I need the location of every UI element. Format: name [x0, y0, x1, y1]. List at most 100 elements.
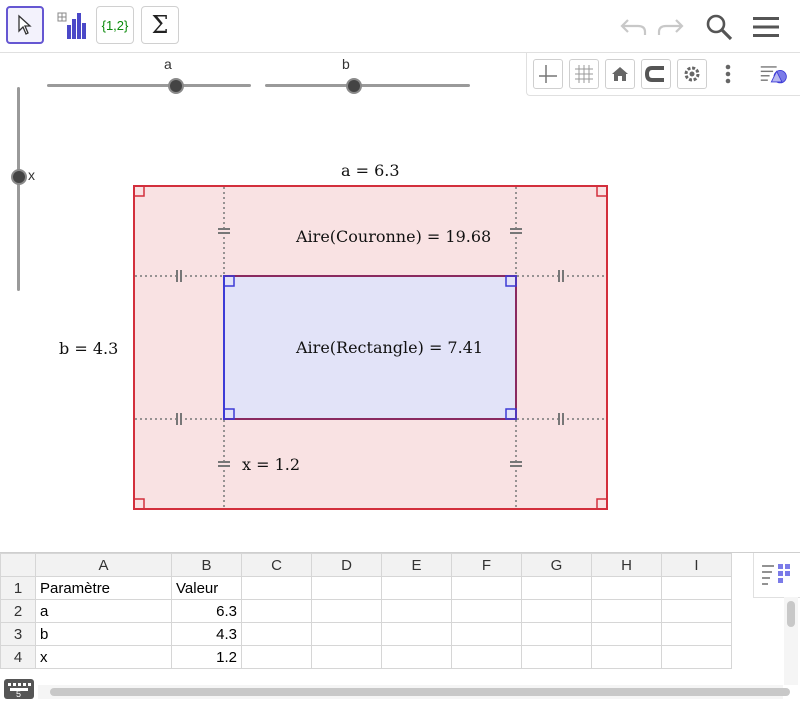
row-header[interactable]: 4	[0, 645, 36, 669]
cell[interactable]	[591, 576, 662, 600]
cell[interactable]	[661, 645, 732, 669]
list-tool-button[interactable]: {1,2}	[96, 6, 134, 44]
cell[interactable]	[241, 622, 312, 646]
search-icon	[706, 14, 733, 41]
label-b-value: b = 4.3	[59, 339, 119, 358]
cell[interactable]	[381, 576, 452, 600]
settings-button[interactable]	[677, 59, 707, 89]
cell[interactable]	[661, 599, 732, 623]
cell-b1[interactable]: Valeur	[171, 576, 242, 600]
view-style-button[interactable]	[759, 59, 789, 89]
set-label: {1,2}	[101, 17, 129, 33]
redo-icon	[657, 19, 684, 35]
cell[interactable]	[241, 645, 312, 669]
cell[interactable]	[661, 622, 732, 646]
keyboard-button[interactable]: 5	[4, 679, 34, 699]
cell[interactable]	[381, 622, 452, 646]
search-button[interactable]	[702, 10, 736, 44]
label-a-value: a = 6.3	[341, 161, 400, 180]
geometry-canvas	[133, 185, 608, 510]
sigma-icon: Σ	[151, 11, 169, 39]
home-view-button[interactable]	[605, 59, 635, 89]
label-x-value: x = 1.2	[242, 455, 301, 474]
axes-toggle[interactable]	[533, 59, 563, 89]
row-header[interactable]: 3	[0, 622, 36, 646]
vertical-scrollbar[interactable]	[784, 597, 798, 685]
cell[interactable]	[521, 645, 592, 669]
column-header[interactable]: F	[451, 553, 522, 577]
grid-toggle[interactable]	[569, 59, 599, 89]
column-header[interactable]: E	[381, 553, 452, 577]
cell[interactable]	[311, 576, 382, 600]
undo-button[interactable]	[616, 10, 650, 44]
column-header[interactable]: A	[35, 553, 172, 577]
keyboard-icon: 5	[8, 683, 31, 699]
cell[interactable]	[591, 645, 662, 669]
spreadsheet-table: A B C D E F G H I 1 Paramètre Valeur 2 a…	[0, 553, 732, 669]
cell[interactable]	[451, 622, 522, 646]
spreadsheet-view: A B C D E F G H I 1 Paramètre Valeur 2 a…	[0, 552, 800, 701]
column-header[interactable]: C	[241, 553, 312, 577]
cell[interactable]	[591, 599, 662, 623]
cell[interactable]	[661, 576, 732, 600]
cell-a1[interactable]: Paramètre	[35, 576, 172, 600]
table-row: 3 b 4.3	[0, 622, 732, 646]
menu-icon	[753, 17, 779, 37]
column-header[interactable]: D	[311, 553, 382, 577]
more-icon	[725, 64, 731, 84]
sum-tool-button[interactable]: Σ	[141, 6, 179, 44]
toolbar: {1,2} Σ	[0, 0, 800, 53]
corner-cell[interactable]	[0, 553, 36, 577]
horizontal-scrollbar[interactable]	[38, 685, 790, 699]
cell[interactable]	[451, 576, 522, 600]
cell-b4[interactable]: 1.2	[171, 645, 242, 669]
label-aire-couronne: Aire(Couronne) = 19.68	[296, 227, 492, 246]
home-icon	[612, 67, 628, 81]
column-header[interactable]: I	[661, 553, 732, 577]
redo-button[interactable]	[654, 10, 688, 44]
cell-a2[interactable]: a	[35, 599, 172, 623]
point-capturing-icon	[644, 66, 664, 82]
cell[interactable]	[311, 622, 382, 646]
graphics-view[interactable]: a b x a = 6.3 b = 4.3 x = 1.2 Aire(Couro…	[0, 53, 800, 548]
cell[interactable]	[521, 622, 592, 646]
spreadsheet-style-button[interactable]	[753, 553, 800, 598]
main-menu-button[interactable]	[749, 10, 783, 44]
cell[interactable]	[311, 645, 382, 669]
cell[interactable]	[311, 599, 382, 623]
column-header[interactable]: G	[521, 553, 592, 577]
settings-icon	[684, 66, 700, 82]
cell[interactable]	[241, 599, 312, 623]
undo-icon	[620, 19, 647, 35]
cell[interactable]	[591, 622, 662, 646]
graphics-style-bar	[526, 53, 800, 96]
cell[interactable]	[451, 599, 522, 623]
row-header[interactable]: 1	[0, 576, 36, 600]
cell[interactable]	[241, 576, 312, 600]
chart-tool-button[interactable]	[52, 6, 90, 44]
view-style-icon	[760, 66, 787, 84]
cell[interactable]	[521, 576, 592, 600]
cell[interactable]	[381, 599, 452, 623]
table-row: 2 a 6.3	[0, 599, 732, 623]
grid-icon	[575, 65, 593, 83]
move-arrow-icon	[18, 14, 32, 35]
table-row: 4 x 1.2	[0, 645, 732, 669]
keyboard-label: 5	[16, 689, 21, 699]
cell[interactable]	[451, 645, 522, 669]
move-tool-button[interactable]	[6, 6, 44, 44]
cell-a4[interactable]: x	[35, 645, 172, 669]
row-header[interactable]: 2	[0, 599, 36, 623]
column-header[interactable]: B	[171, 553, 242, 577]
column-header[interactable]: H	[591, 553, 662, 577]
cell-b3[interactable]: 4.3	[171, 622, 242, 646]
table-row: 1 Paramètre Valeur	[0, 576, 732, 600]
label-aire-rectangle: Aire(Rectangle) = 7.41	[296, 338, 484, 357]
point-capturing-button[interactable]	[641, 59, 671, 89]
more-options-button[interactable]	[713, 59, 743, 89]
cell[interactable]	[381, 645, 452, 669]
axes-icon	[539, 65, 557, 83]
cell-a3[interactable]: b	[35, 622, 172, 646]
cell[interactable]	[521, 599, 592, 623]
cell-b2[interactable]: 6.3	[171, 599, 242, 623]
